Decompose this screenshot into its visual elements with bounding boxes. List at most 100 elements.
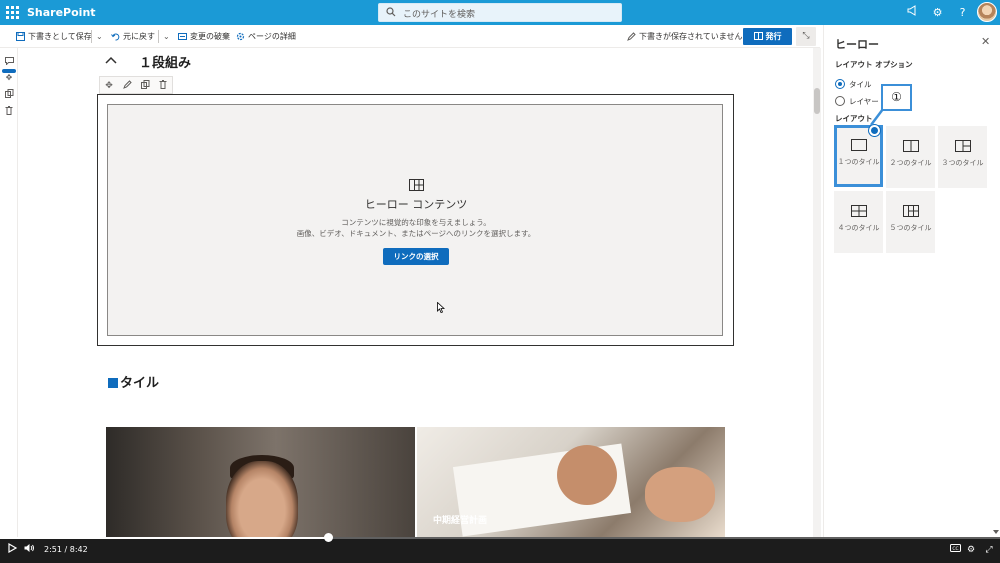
duplicate-icon[interactable] — [139, 80, 151, 92]
hero-description-line: コンテンツに視覚的な印象を与えましょう。 — [341, 218, 491, 227]
move-icon[interactable]: ✥ — [103, 80, 115, 92]
radio-tile-label[interactable]: タイル — [849, 79, 872, 90]
image-detail — [557, 445, 617, 505]
layout-option-label: １つのタイル — [837, 158, 880, 166]
property-pane: ヒーロー ✕ レイアウト オプション タイル レイヤー レイアウト １つのタイル… — [823, 25, 1000, 537]
delete-icon[interactable] — [157, 80, 169, 92]
gear-icon — [236, 32, 245, 41]
undo-icon — [111, 33, 120, 41]
four-tiles-icon — [851, 205, 867, 217]
divider — [158, 30, 159, 43]
left-toolbox-rail: ✥ — [0, 48, 18, 537]
hero-title: ヒーロー コンテンツ — [364, 198, 468, 211]
hero-layout-icon — [409, 179, 424, 191]
video-progress-handle[interactable] — [324, 533, 333, 542]
discard-label: 変更の破棄 — [190, 32, 230, 41]
hero-webpart[interactable]: ヒーロー コンテンツ コンテンツに視覚的な印象を与えましょう。 画像、ビデオ、ド… — [97, 94, 734, 346]
fullscreen-icon[interactable]: ⤢ — [982, 543, 996, 557]
image-detail — [226, 461, 298, 537]
save-icon — [16, 32, 25, 41]
layout-option-5-tiles[interactable]: ５つのタイル — [886, 191, 935, 253]
pane-scrollbar[interactable] — [992, 25, 1000, 537]
screen: SharePoint このサイトを検索 ⚙ ? 下書きとして保存 ⌄ 元に戻す … — [0, 0, 1000, 563]
collapse-section-chevron-icon[interactable] — [105, 53, 117, 67]
settings-gear-icon[interactable]: ⚙ — [930, 5, 945, 20]
canvas-scrollbar[interactable] — [813, 48, 821, 537]
layout-option-label: ５つのタイル — [889, 224, 932, 232]
layout-label: レイアウト — [835, 114, 873, 123]
close-icon[interactable]: ✕ — [981, 35, 990, 48]
page-details-button[interactable]: ページの詳細 — [236, 29, 296, 44]
pencil-icon — [627, 32, 636, 41]
collapse-icon[interactable]: ⤡ — [796, 27, 816, 46]
discard-icon — [178, 33, 187, 40]
tile-image-person[interactable] — [106, 427, 415, 537]
discard-changes-button[interactable]: 変更の破棄 — [178, 29, 230, 44]
two-tiles-icon — [903, 140, 919, 152]
radio-layer-label[interactable]: レイヤー — [849, 96, 879, 107]
layout-option-2-tiles[interactable]: ２つのタイル — [886, 126, 935, 188]
search-box[interactable]: このサイトを検索 — [378, 3, 622, 22]
hero-description-line: 画像、ビデオ、ドキュメント、またはページへのリンクを選択します。 — [296, 229, 536, 238]
settings-gear-icon[interactable]: ⚙ — [964, 543, 978, 557]
move-icon[interactable]: ✥ — [3, 72, 15, 84]
publish-label: 発行 — [765, 32, 782, 41]
play-icon[interactable] — [8, 542, 18, 558]
publish-button[interactable]: 発行 — [743, 28, 792, 45]
annotation-callout: ① — [881, 84, 912, 111]
megaphone-icon[interactable] — [905, 5, 920, 20]
tile-heading: タイル — [108, 372, 159, 391]
page-details-label: ページの詳細 — [248, 32, 296, 41]
undo-label: 元に戻す — [123, 32, 155, 41]
scrollbar-thumb[interactable] — [814, 88, 820, 114]
user-avatar[interactable] — [977, 2, 997, 22]
help-icon[interactable]: ? — [955, 5, 970, 20]
webpart-toolbar: ✥ — [99, 76, 173, 94]
time-separator: / — [64, 545, 68, 554]
undo-button[interactable]: 元に戻す — [111, 29, 155, 44]
tile-caption: 中期経営計画 — [433, 516, 488, 526]
three-tiles-icon — [955, 140, 971, 152]
publish-icon — [753, 32, 763, 40]
callout-pointer — [870, 109, 884, 126]
image-detail — [645, 467, 715, 522]
suite-bar: SharePoint このサイトを検索 ⚙ ? — [0, 0, 1000, 25]
captions-icon[interactable]: CC — [948, 543, 962, 557]
save-draft-label: 下書きとして保存 — [28, 32, 92, 41]
app-launcher-icon[interactable] — [6, 6, 19, 19]
command-bar: 下書きとして保存 ⌄ 元に戻す ⌄ 変更の破棄 ページの詳細 下書きが保存されて… — [0, 25, 820, 48]
draft-status: 下書きが保存されていません — [627, 29, 743, 44]
save-draft-button[interactable]: 下書きとして保存 — [16, 29, 92, 44]
comment-icon[interactable] — [3, 57, 15, 69]
volume-icon[interactable] — [24, 543, 35, 558]
duplicate-icon[interactable] — [3, 89, 15, 101]
section-title: １段組み — [139, 56, 192, 71]
draft-status-label: 下書きが保存されていません — [639, 32, 743, 41]
app-name[interactable]: SharePoint — [27, 6, 96, 19]
tile-image-business-plan[interactable]: 中期経営計画 — [417, 427, 725, 537]
layout-option-4-tiles[interactable]: ４つのタイル — [834, 191, 883, 253]
select-link-button[interactable]: リンクの選択 — [383, 248, 449, 265]
video-current-time: 2:51 — [44, 545, 62, 554]
chevron-down-icon[interactable]: ⌄ — [96, 29, 103, 44]
radio-layer[interactable] — [835, 96, 845, 106]
radio-tile[interactable] — [835, 79, 845, 89]
delete-icon[interactable] — [3, 106, 15, 118]
square-bullet-icon — [108, 378, 118, 388]
layout-option-label: ２つのタイル — [889, 159, 932, 167]
layout-options-label: レイアウト オプション — [835, 60, 913, 69]
tile-heading-label: タイル — [120, 376, 160, 391]
page-canvas: １段組み ✥ ヒーロー コンテンツ コンテンツに視覚的な印象を与えましょう。 画… — [19, 48, 813, 537]
edit-pencil-icon[interactable] — [121, 80, 133, 92]
chevron-down-icon[interactable]: ⌄ — [163, 29, 170, 44]
pane-title: ヒーロー — [835, 38, 879, 51]
video-progress-fill — [0, 537, 328, 539]
layout-option-label: ３つのタイル — [941, 159, 984, 167]
layout-option-3-tiles[interactable]: ３つのタイル — [938, 126, 987, 188]
search-placeholder: このサイトを検索 — [403, 10, 476, 20]
video-time: 2:51 / 8:42 — [44, 545, 88, 554]
search-icon — [386, 7, 396, 17]
layout-option-label: ４つのタイル — [837, 224, 880, 232]
five-tiles-icon — [903, 205, 919, 217]
video-total-time: 8:42 — [69, 545, 88, 554]
